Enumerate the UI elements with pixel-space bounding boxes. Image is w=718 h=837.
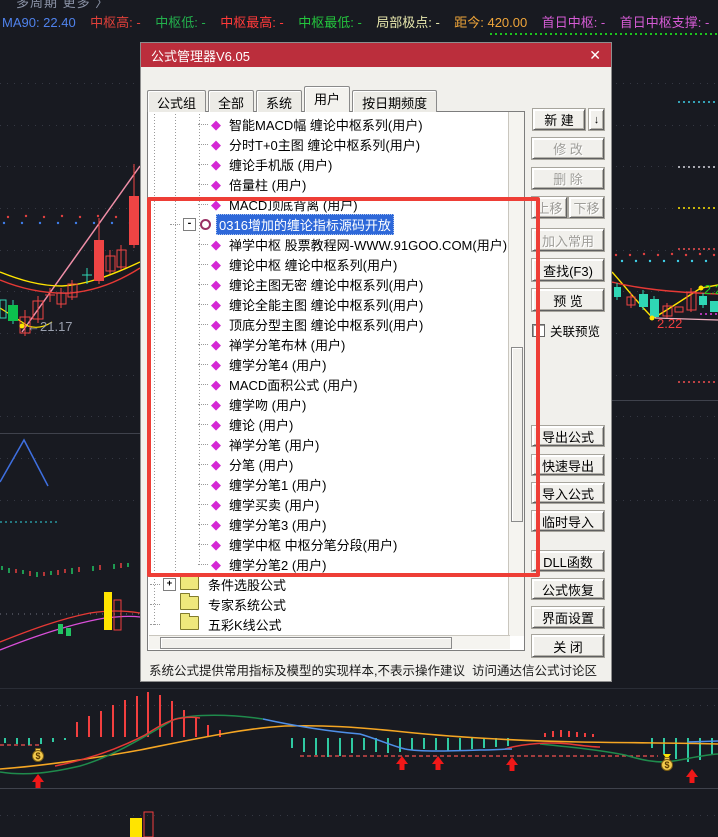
money-bag-icon: $ [33, 749, 44, 762]
status-hint-text: 系统公式提供常用指标及模型的实现样本,不表示操作建议 [149, 660, 465, 679]
tab-label: 系统 [266, 96, 292, 111]
folder-icon [180, 576, 199, 590]
app-root: { "chart_header": { "line1": "多周期 更多 〉",… [0, 0, 718, 837]
formula-diamond-icon [211, 118, 221, 131]
svg-text:$: $ [664, 760, 669, 770]
tab-bar: 公式组 全部 系统 用户 按日期频度 [147, 89, 439, 112]
tree-item-label: 缠论手机版 (用户) [226, 154, 335, 175]
indicator-value: 局部极点: - [376, 15, 440, 30]
ui-settings-button[interactable]: 界面设置 [532, 607, 604, 628]
tree-item[interactable]: 分时T+0主图 缠论中枢系列(用户) [148, 134, 509, 154]
tab-label: 公式组 [157, 96, 196, 111]
indicator-value: MA90: 22.40 [2, 15, 76, 30]
tree-expander-icon[interactable]: + [163, 578, 176, 591]
left-candlestick-chart: ←21.17 [0, 95, 140, 390]
formula-diamond-icon [211, 138, 221, 151]
indicator-value: 首日中枢: - [542, 15, 606, 30]
tree-item-label: 专家系统公式 [205, 594, 289, 615]
tree-connector [198, 164, 208, 165]
formula-diamond-icon [211, 178, 221, 191]
indicator-value: 首日中枢支撑: - [620, 15, 710, 30]
svg-text:$: $ [35, 751, 40, 761]
add-favorite-button[interactable]: 加入常用 [532, 229, 604, 251]
forum-link-text[interactable]: 访问通达信公式讨论区 [472, 660, 597, 679]
right-candlestick-chart: 2.22 2.2 [612, 60, 718, 400]
toolbar-clipped-text: 多周期 更多 〉 [16, 0, 109, 11]
folder-icon [180, 596, 199, 610]
tab-label: 按日期频度 [362, 96, 427, 111]
checkbox-label: 关联预览 [550, 321, 600, 340]
formula-diamond-icon [211, 158, 221, 171]
dialog-title: 公式管理器V6.05 [151, 46, 250, 65]
modify-button[interactable]: 修 改 [532, 138, 604, 159]
red-highlight-annotation [147, 197, 540, 577]
dialog-titlebar[interactable]: 公式管理器V6.05 ✕ [141, 43, 611, 67]
price-label-right-close: 2.2 [704, 282, 718, 297]
indicator-value: 中枢高: - [90, 15, 141, 30]
tab[interactable]: 公式组 [147, 90, 206, 112]
linked-preview-checkbox[interactable]: 关联预览 [532, 321, 600, 340]
tree-item[interactable]: 倍量柱 (用户) [148, 174, 509, 194]
scrollbar-thumb[interactable] [160, 637, 452, 649]
dialog-statusbar: 系统公式提供常用指标及模型的实现样本,不表示操作建议 访问通达信公式讨论区 [141, 657, 611, 681]
tree-item-label: 五彩K线公式 [205, 614, 285, 635]
tree-item-label: 倍量柱 (用户) [226, 174, 309, 195]
quick-export-button[interactable]: 快速导出 [532, 455, 604, 475]
tree-item[interactable]: + 条件选股公式 [148, 574, 509, 594]
tab[interactable]: 系统 [256, 90, 302, 112]
formula-restore-button[interactable]: 公式恢复 [532, 579, 604, 599]
tree-connector [150, 604, 160, 605]
tree-item[interactable]: 专家系统公式 [148, 594, 509, 614]
new-button[interactable]: 新 建 [533, 109, 585, 130]
tree-connector [198, 144, 208, 145]
tree-connector [198, 184, 208, 185]
export-button[interactable]: 导出公式 [532, 426, 604, 446]
tree-connector [150, 624, 160, 625]
close-icon[interactable]: ✕ [589, 48, 601, 62]
tree-item[interactable]: 五彩K线公式 [148, 614, 509, 634]
indicator-value-bar: MA90: 22.40 中枢高: - 中枢低: - 中枢最高: - 中枢最低: … [2, 12, 718, 32]
temp-import-button[interactable]: 临时导入 [532, 511, 604, 531]
tab[interactable]: 全部 [208, 90, 254, 112]
move-down-button[interactable]: 下移 [569, 197, 604, 218]
tree-connector [150, 584, 160, 585]
price-label-right-low: 2.22 [657, 316, 682, 331]
tree-item-label: 分时T+0主图 缠论中枢系列(用户) [226, 134, 423, 155]
tree-item[interactable]: 缠论手机版 (用户) [148, 154, 509, 174]
green-dotted-level-line [490, 33, 718, 35]
delete-button[interactable]: 删 除 [532, 168, 604, 189]
close-button[interactable]: 关 闭 [532, 635, 604, 657]
tab[interactable]: 按日期频度 [352, 90, 437, 112]
money-bag-icon: $ [662, 754, 673, 771]
import-button[interactable]: 导入公式 [532, 483, 604, 503]
tab-label: 用户 [314, 92, 340, 107]
new-dropdown-button[interactable]: ↓ [589, 109, 604, 130]
tree-horizontal-scrollbar[interactable] [149, 635, 510, 649]
dll-functions-button[interactable]: DLL函数 [532, 551, 604, 571]
indicator-value: 中枢最高: - [220, 15, 284, 30]
tab[interactable]: 用户 [304, 86, 350, 112]
indicator-value: 中枢低: - [155, 15, 206, 30]
indicator-value: 距今: 420.00 [454, 15, 527, 30]
preview-button[interactable]: 预 览 [532, 289, 604, 311]
tab-label: 全部 [218, 96, 244, 111]
buy-signal-arrows [32, 756, 698, 788]
panel-divider-right [612, 400, 718, 401]
indicator-value: 中枢最低: - [298, 15, 362, 30]
find-button[interactable]: 查找(F3) [532, 259, 604, 281]
price-label-left: ←21.17 [27, 319, 73, 334]
folder-icon [180, 616, 199, 630]
left-indicator-panel [0, 430, 140, 688]
tree-item-label: 智能MACD幅 缠论中枢系列(用户) [226, 114, 426, 135]
tree-connector [198, 124, 208, 125]
bottom-macd-panel: $ $ [0, 688, 718, 837]
tree-item[interactable]: 智能MACD幅 缠论中枢系列(用户) [148, 114, 509, 134]
